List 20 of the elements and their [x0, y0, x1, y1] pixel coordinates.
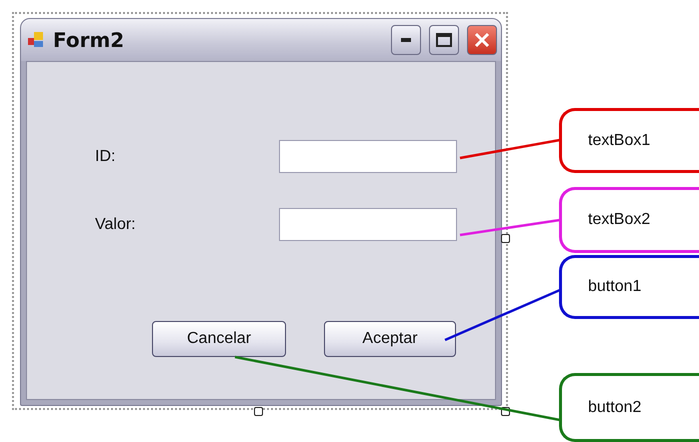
callout: button1	[559, 255, 699, 319]
form-button[interactable]: Aceptar	[324, 321, 456, 357]
maximize-icon	[436, 33, 452, 47]
text-field[interactable]	[279, 140, 457, 173]
field-label: Valor:	[94, 216, 137, 234]
close-button[interactable]	[467, 25, 497, 55]
minimize-button[interactable]	[391, 25, 421, 55]
app-icon	[27, 31, 45, 49]
callout: textBox1	[559, 108, 699, 173]
form-button[interactable]: Cancelar	[152, 321, 286, 357]
resize-handle[interactable]	[501, 234, 510, 243]
minimize-icon	[401, 38, 411, 42]
close-icon	[474, 32, 490, 48]
text-field[interactable]	[279, 208, 457, 241]
window-title: Form2	[53, 28, 126, 52]
field-label: ID:	[94, 148, 116, 166]
callout: textBox2	[559, 187, 699, 253]
maximize-button[interactable]	[429, 25, 459, 55]
callout: button2	[559, 373, 699, 442]
resize-handle[interactable]	[254, 407, 263, 416]
